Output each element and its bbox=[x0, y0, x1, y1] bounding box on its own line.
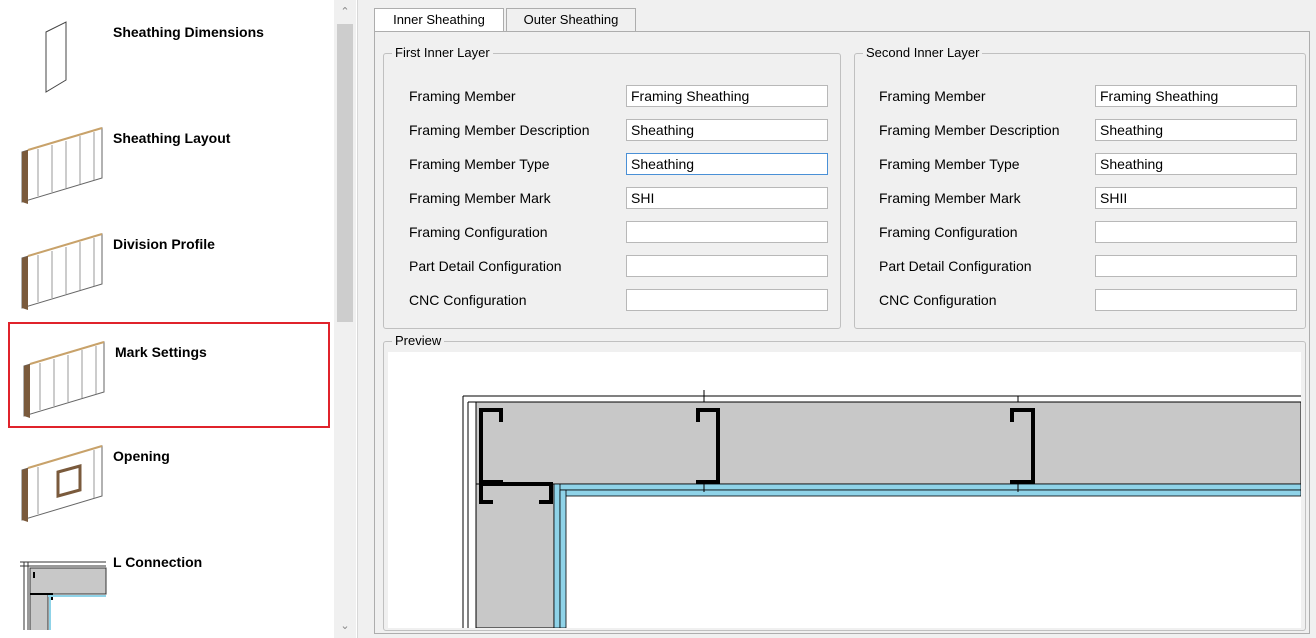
framing-member-mark-field[interactable]: SHII bbox=[1095, 187, 1297, 209]
sheathing-dimensions-icon bbox=[45, 21, 67, 93]
sidebar-scrollbar[interactable]: ⌃ ⌄ bbox=[334, 0, 356, 638]
sidebar-item-label: Opening bbox=[113, 448, 170, 464]
category-list: Sheathing Dimensions Sheathing Layout Di… bbox=[0, 0, 358, 638]
wall-panel-icon bbox=[21, 233, 103, 310]
part-detail-configuration-field[interactable] bbox=[1095, 255, 1297, 277]
group-title: Second Inner Layer bbox=[863, 45, 983, 60]
group-title: First Inner Layer bbox=[392, 45, 493, 60]
scroll-down-icon[interactable]: ⌄ bbox=[334, 616, 356, 636]
framing-configuration-label: Framing Configuration bbox=[879, 224, 1018, 240]
framing-member-mark-field[interactable]: SHI bbox=[626, 187, 828, 209]
inner-sheathing-panel: First Inner Layer Framing Member Framing… bbox=[374, 31, 1310, 634]
framing-member-description-label: Framing Member Description bbox=[879, 122, 1060, 138]
part-detail-configuration-label: Part Detail Configuration bbox=[409, 258, 562, 274]
first-inner-layer-group: First Inner Layer Framing Member Framing… bbox=[383, 45, 841, 329]
sidebar-item-opening[interactable]: Opening bbox=[8, 428, 330, 534]
framing-member-type-field[interactable]: Sheathing bbox=[1095, 153, 1297, 175]
framing-member-mark-label: Framing Member Mark bbox=[879, 190, 1021, 206]
sidebar-item-l-connection[interactable]: L Connection bbox=[8, 534, 330, 638]
framing-member-description-label: Framing Member Description bbox=[409, 122, 590, 138]
wall-settings-window: Sheathing Dimensions Sheathing Layout Di… bbox=[0, 0, 1316, 638]
sidebar-item-mark-settings[interactable]: Mark Settings bbox=[8, 322, 330, 428]
framing-member-label: Framing Member bbox=[879, 88, 986, 104]
framing-member-field[interactable]: Framing Sheathing bbox=[626, 85, 828, 107]
second-inner-layer-group: Second Inner Layer Framing Member Framin… bbox=[854, 45, 1306, 329]
scroll-thumb[interactable] bbox=[337, 24, 353, 322]
group-title: Preview bbox=[392, 333, 445, 348]
framing-member-label: Framing Member bbox=[409, 88, 516, 104]
framing-configuration-field[interactable] bbox=[626, 221, 828, 243]
sidebar-item-division-profile[interactable]: Division Profile bbox=[8, 216, 330, 322]
wall-plan-preview bbox=[462, 390, 1301, 628]
cnc-configuration-field[interactable] bbox=[626, 289, 828, 311]
framing-configuration-label: Framing Configuration bbox=[409, 224, 548, 240]
sidebar-item-label: L Connection bbox=[113, 554, 203, 570]
preview-canvas bbox=[388, 352, 1301, 628]
cnc-configuration-field[interactable] bbox=[1095, 289, 1297, 311]
framing-member-type-label: Framing Member Type bbox=[409, 156, 550, 172]
framing-member-mark-label: Framing Member Mark bbox=[409, 190, 551, 206]
framing-member-type-field[interactable]: Sheathing bbox=[626, 153, 828, 175]
cnc-configuration-label: CNC Configuration bbox=[879, 292, 997, 308]
sidebar-item-label: Sheathing Layout bbox=[113, 130, 231, 146]
framing-member-field[interactable]: Framing Sheathing bbox=[1095, 85, 1297, 107]
sidebar-item-label: Sheathing Dimensions bbox=[113, 24, 264, 40]
sidebar-item-label: Mark Settings bbox=[115, 344, 207, 360]
part-detail-configuration-label: Part Detail Configuration bbox=[879, 258, 1032, 274]
preview-group: Preview bbox=[383, 333, 1306, 631]
part-detail-configuration-field[interactable] bbox=[626, 255, 828, 277]
cnc-configuration-label: CNC Configuration bbox=[409, 292, 527, 308]
sidebar-item-sheathing-layout[interactable]: Sheathing Layout bbox=[8, 110, 330, 216]
framing-member-description-field[interactable]: Sheathing bbox=[626, 119, 828, 141]
sidebar-item-sheathing-dimensions[interactable]: Sheathing Dimensions bbox=[8, 4, 330, 110]
framing-member-description-field[interactable]: Sheathing bbox=[1095, 119, 1297, 141]
tab-outer-sheathing[interactable]: Outer Sheathing bbox=[506, 8, 636, 32]
sidebar-item-label: Division Profile bbox=[113, 236, 215, 252]
scroll-up-icon[interactable]: ⌃ bbox=[334, 2, 356, 22]
tab-inner-sheathing[interactable]: Inner Sheathing bbox=[374, 8, 504, 33]
wall-panel-icon bbox=[23, 341, 105, 418]
wall-opening-icon bbox=[21, 445, 103, 522]
l-connection-icon bbox=[20, 558, 107, 630]
wall-panel-icon bbox=[21, 127, 103, 204]
framing-member-type-label: Framing Member Type bbox=[879, 156, 1020, 172]
framing-configuration-field[interactable] bbox=[1095, 221, 1297, 243]
